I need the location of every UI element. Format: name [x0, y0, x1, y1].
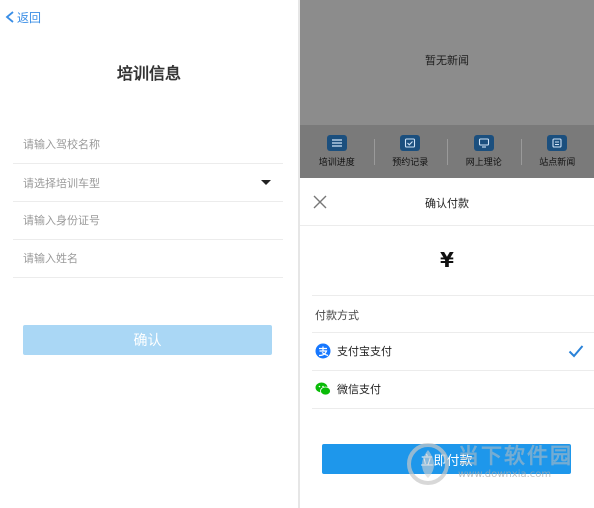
divider-line	[312, 408, 594, 409]
quick-item-label: 预约记录	[392, 158, 429, 168]
wechat-icon	[315, 382, 331, 396]
checkmark-icon	[568, 345, 584, 358]
news-empty-text: 暂无新闻	[425, 54, 469, 67]
payment-option-label: 微信支付	[337, 383, 381, 396]
payment-method-label: 付款方式	[315, 309, 359, 322]
monitor-icon	[473, 135, 494, 151]
list-icon	[326, 135, 347, 151]
payment-amount: ¥	[440, 248, 454, 272]
school-name-field[interactable]	[13, 126, 283, 164]
quick-item-booking-records[interactable]: 预约记录	[373, 125, 448, 178]
divider-line	[312, 295, 594, 296]
quick-item-label: 站点新闻	[539, 158, 576, 168]
school-name-input[interactable]	[13, 138, 283, 151]
quick-item-online-theory[interactable]: 网上理论	[447, 125, 521, 178]
confirm-button[interactable]: 确认	[23, 325, 272, 355]
app-screenshot: 返回 培训信息 请选择培训车型 确认 暂无新闻 培训进	[0, 0, 594, 508]
quick-menu-bar: 培训进度 预约记录 网上理论 站点新闻	[300, 125, 594, 178]
page-title: 培训信息	[116, 64, 181, 83]
vehicle-type-text: 请选择培训车型	[23, 176, 100, 190]
dropdown-caret-icon	[261, 180, 271, 185]
quick-item-training-progress[interactable]: 培训进度	[300, 125, 374, 178]
quick-item-site-news[interactable]: 站点新闻	[520, 125, 594, 178]
news-area: 暂无新闻	[300, 0, 594, 125]
vehicle-type-select[interactable]: 请选择培训车型	[13, 164, 283, 202]
payment-option-alipay[interactable]: 支付宝支付	[312, 333, 584, 369]
back-button[interactable]: 返回	[5, 9, 41, 25]
news-icon	[547, 135, 568, 151]
pay-now-button[interactable]: 立即付款	[322, 444, 571, 474]
payment-title: 确认付款	[425, 197, 469, 210]
training-info-screen: 返回 培训信息 请选择培训车型 确认	[0, 0, 298, 508]
id-number-field[interactable]	[13, 202, 283, 240]
name-field[interactable]	[13, 240, 283, 278]
payment-option-wechat[interactable]: 微信支付	[312, 371, 584, 407]
payment-header: 确认付款	[300, 178, 594, 226]
alipay-icon	[315, 343, 331, 359]
payment-option-label: 支付宝支付	[337, 345, 392, 358]
chevron-left-icon	[5, 11, 14, 23]
payment-screen: 暂无新闻 培训进度 预约记录 网上理论 站点新闻 确认付款 ¥ 付款方式 支付宝…	[300, 0, 594, 508]
name-input[interactable]	[13, 252, 283, 265]
quick-item-label: 网上理论	[465, 158, 502, 168]
calendar-check-icon	[400, 135, 421, 151]
id-number-input[interactable]	[13, 214, 283, 227]
back-label: 返回	[17, 10, 42, 25]
quick-item-label: 培训进度	[318, 158, 355, 168]
